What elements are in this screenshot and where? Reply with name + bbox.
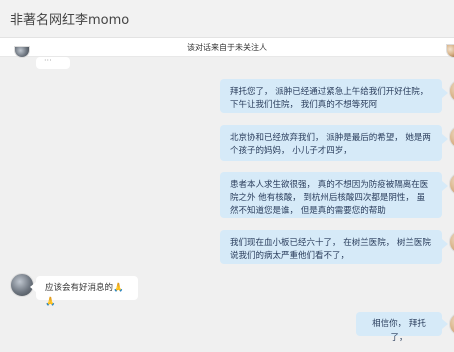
message-text: 相信你， 拜托了， bbox=[372, 319, 426, 343]
own-avatar[interactable] bbox=[449, 172, 454, 196]
bubble-tail bbox=[442, 181, 448, 191]
bubble-tail bbox=[442, 319, 448, 329]
chat-title: 非著名网红李momo bbox=[10, 13, 130, 28]
notice-text: 该对话来自于未关注人 bbox=[187, 42, 267, 52]
unfollowed-notice: 该对话来自于未关注人 bbox=[0, 38, 454, 57]
message-text: 北京协和已经放弃我们， 派肿是最后的希望， 她是两个孩子的妈妈， 小儿子才四岁， bbox=[230, 133, 431, 156]
message-bubble: 北京协和已经放弃我们， 派肿是最后的希望， 她是两个孩子的妈妈， 小儿子才四岁， bbox=[220, 125, 442, 161]
message-text: 拜托您了， 派肿已经通过紧急上午给我们开好住院， 下午让我们住院， 我们真的不想… bbox=[230, 87, 429, 110]
own-avatar[interactable] bbox=[449, 125, 454, 149]
message-text: ··· bbox=[44, 56, 52, 65]
message-text: 患者本人求生欲很强， 真的不想因为防疫被隔离在医院之外 他有核酸， 到杭州后核酸… bbox=[230, 180, 429, 216]
own-avatar[interactable] bbox=[449, 79, 454, 103]
message-bubble-partial: ··· bbox=[36, 57, 70, 69]
message-bubble: 应该会有好消息的🙏🙏 bbox=[36, 276, 138, 307]
bubble-tail bbox=[442, 239, 448, 249]
bubble-tail bbox=[442, 134, 448, 144]
chat-title-bar: 非著名网红李momo bbox=[0, 0, 454, 38]
message-bubble: 相信你， 拜托了， bbox=[356, 312, 442, 343]
message-bubble: 拜托您了， 派肿已经通过紧急上午给我们开好住院， 下午让我们住院， 我们真的不想… bbox=[220, 79, 442, 113]
message-bubble: 我们现在血小板已经六十了， 在树兰医院， 树兰医院说我们的病太严重他们看不了， bbox=[220, 230, 442, 264]
own-avatar[interactable] bbox=[449, 230, 454, 254]
bubble-tail bbox=[442, 88, 448, 98]
message-text: 我们现在血小板已经六十了， 在树兰医院， 树兰医院说我们的病太严重他们看不了， bbox=[230, 238, 431, 261]
own-avatar[interactable] bbox=[449, 312, 454, 336]
message-text: 应该会有好消息的 bbox=[45, 283, 114, 293]
message-bubble: 患者本人求生欲很强， 真的不想因为防疫被隔离在医院之外 他有核酸， 到杭州后核酸… bbox=[220, 172, 442, 218]
